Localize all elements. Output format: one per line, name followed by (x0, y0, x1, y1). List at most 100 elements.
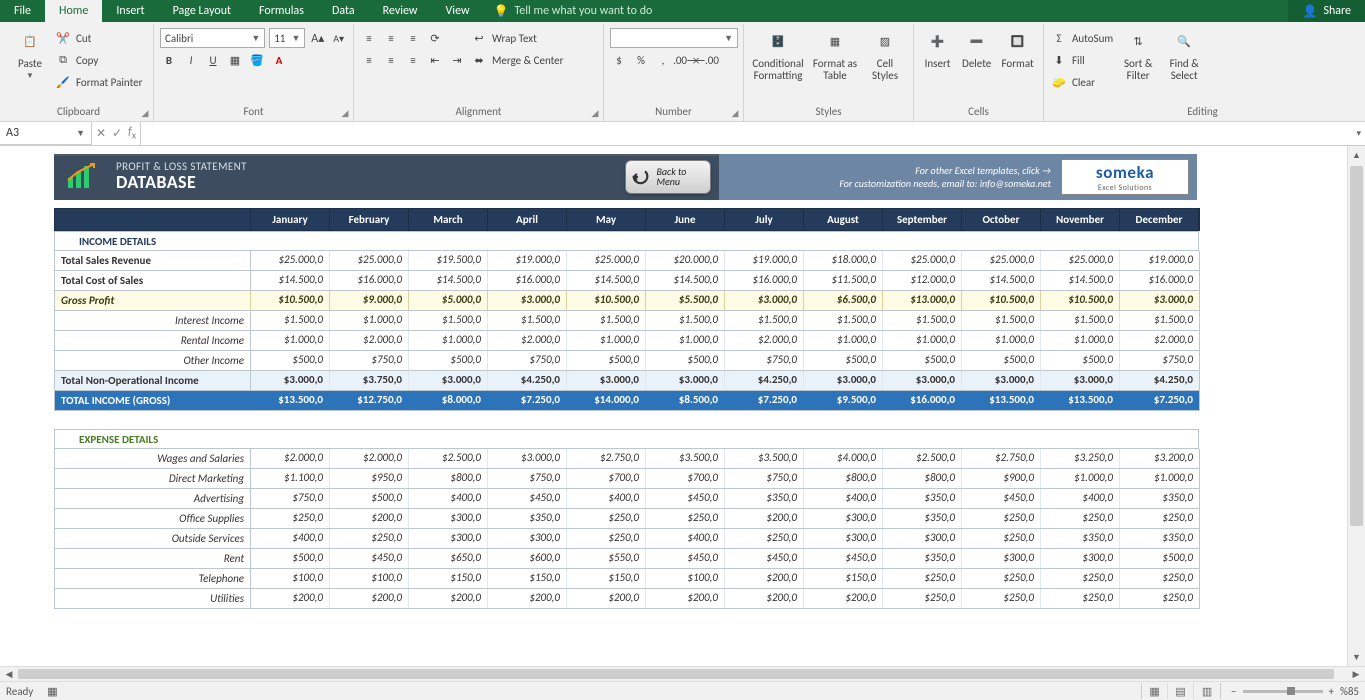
page-break-view-icon[interactable]: ▥ (1194, 683, 1220, 699)
cell[interactable]: $7.250,0 (488, 391, 567, 410)
cell[interactable]: $13.500,0 (1041, 391, 1120, 410)
scroll-left-icon[interactable]: ◀ (0, 667, 18, 681)
cell[interactable]: $3.000,0 (725, 291, 804, 310)
orientation-icon[interactable]: ⟳ (426, 29, 444, 47)
copy-button[interactable]: ⧉Copy (54, 50, 142, 70)
zoom-out-icon[interactable]: − (1231, 685, 1236, 698)
cell[interactable]: $14.000,0 (567, 391, 646, 410)
cell[interactable]: $1.000,0 (962, 331, 1041, 350)
cell[interactable]: $200,0 (725, 589, 804, 608)
alignment-dialog-icon[interactable]: ◢ (589, 107, 601, 119)
cell[interactable]: $1.500,0 (567, 311, 646, 330)
cell[interactable]: $1.000,0 (1041, 331, 1120, 350)
find-select-button[interactable]: 🔍Find & Select (1163, 28, 1205, 82)
cell[interactable]: $250,0 (962, 589, 1041, 608)
cell[interactable]: $900,0 (962, 469, 1041, 488)
cell[interactable]: $10.500,0 (962, 291, 1041, 310)
underline-button[interactable]: U (204, 51, 222, 69)
align-middle-icon[interactable]: ≡ (382, 29, 400, 47)
cut-button[interactable]: ✂️Cut (54, 28, 142, 48)
cell[interactable]: $2.000,0 (725, 331, 804, 350)
cell[interactable]: $12.000,0 (883, 271, 962, 290)
accounting-icon[interactable]: $ (610, 51, 628, 69)
cell[interactable]: $200,0 (646, 589, 725, 608)
cell[interactable]: $1.000,0 (646, 331, 725, 350)
cell[interactable]: $500,0 (251, 549, 330, 568)
cell[interactable]: $200,0 (409, 589, 488, 608)
cell[interactable]: $250,0 (725, 529, 804, 548)
cell[interactable]: $450,0 (488, 489, 567, 508)
cell[interactable]: $7.250,0 (725, 391, 804, 410)
format-painter-button[interactable]: 🖌️Format Painter (54, 72, 142, 92)
fill-button[interactable]: ⬇Fill (1050, 50, 1113, 70)
cell[interactable]: $14.500,0 (646, 271, 725, 290)
scroll-right-icon[interactable]: ▶ (1347, 667, 1365, 681)
macro-icon[interactable]: ▦ (47, 685, 57, 698)
clear-button[interactable]: 🧽Clear (1050, 72, 1113, 92)
horizontal-scrollbar[interactable]: ◀ ▶ (0, 666, 1365, 682)
increase-decimal-icon[interactable]: .00→ (676, 51, 694, 69)
tab-home[interactable]: Home (45, 0, 102, 22)
cell[interactable]: $300,0 (883, 529, 962, 548)
cell[interactable]: $450,0 (646, 489, 725, 508)
cell[interactable]: $14.500,0 (962, 271, 1041, 290)
cell[interactable]: $5.000,0 (409, 291, 488, 310)
cell[interactable]: $500,0 (567, 351, 646, 370)
cell[interactable]: $16.000,0 (488, 271, 567, 290)
scroll-up-icon[interactable]: ▲ (1348, 146, 1365, 164)
increase-font-icon[interactable]: A▴ (309, 29, 326, 47)
cell[interactable]: $4.250,0 (1120, 371, 1199, 390)
cell[interactable]: $14.500,0 (567, 271, 646, 290)
cell[interactable]: $19.000,0 (725, 251, 804, 270)
cell[interactable]: $400,0 (646, 529, 725, 548)
align-center-icon[interactable]: ≡ (382, 51, 400, 69)
cell[interactable]: $500,0 (804, 351, 883, 370)
tab-insert[interactable]: Insert (102, 0, 158, 22)
cell[interactable]: $13.500,0 (251, 391, 330, 410)
cell[interactable]: $100,0 (646, 569, 725, 588)
cell[interactable]: $3.000,0 (251, 371, 330, 390)
cell[interactable]: $16.000,0 (330, 271, 409, 290)
cell[interactable]: $250,0 (883, 569, 962, 588)
cell[interactable]: $11.500,0 (804, 271, 883, 290)
cell[interactable]: $3.000,0 (962, 371, 1041, 390)
cell[interactable]: $100,0 (330, 569, 409, 588)
insert-cells-button[interactable]: ➕Insert (920, 28, 955, 70)
cell[interactable]: $250,0 (962, 509, 1041, 528)
cell[interactable]: $250,0 (646, 509, 725, 528)
cell[interactable]: $300,0 (804, 529, 883, 548)
cell[interactable]: $200,0 (725, 569, 804, 588)
cell[interactable]: $750,0 (488, 351, 567, 370)
cell[interactable]: $3.500,0 (725, 449, 804, 468)
cell[interactable]: $25.000,0 (883, 251, 962, 270)
percent-icon[interactable]: % (632, 51, 650, 69)
cell[interactable]: $16.000,0 (725, 271, 804, 290)
cell[interactable]: $500,0 (409, 351, 488, 370)
cell[interactable]: $250,0 (1120, 569, 1199, 588)
wrap-text-button[interactable]: ↩Wrap Text (470, 28, 564, 48)
cell[interactable]: $700,0 (567, 469, 646, 488)
cell[interactable]: $25.000,0 (567, 251, 646, 270)
cell[interactable]: $4.250,0 (725, 371, 804, 390)
cell[interactable]: $2.000,0 (330, 331, 409, 350)
comma-icon[interactable]: , (654, 51, 672, 69)
cell[interactable]: $16.000,0 (883, 391, 962, 410)
cell[interactable]: $2.500,0 (883, 449, 962, 468)
cell[interactable]: $10.500,0 (567, 291, 646, 310)
merge-center-button[interactable]: ⬌Merge & Center (470, 50, 564, 70)
cell[interactable]: $500,0 (1041, 351, 1120, 370)
cell[interactable]: $450,0 (962, 489, 1041, 508)
cell[interactable]: $150,0 (488, 569, 567, 588)
tab-formulas[interactable]: Formulas (245, 0, 318, 22)
cell[interactable]: $1.000,0 (1120, 469, 1199, 488)
paste-button[interactable]: 📋Paste▼ (10, 28, 50, 81)
page-layout-view-icon[interactable]: ▤ (1168, 683, 1194, 699)
cell[interactable]: $200,0 (330, 589, 409, 608)
cell[interactable]: $18.000,0 (804, 251, 883, 270)
cell[interactable]: $16.000,0 (1120, 271, 1199, 290)
cell[interactable]: $3.000,0 (567, 371, 646, 390)
cell[interactable]: $100,0 (251, 569, 330, 588)
cell[interactable]: $1.500,0 (409, 311, 488, 330)
cell[interactable]: $750,0 (725, 469, 804, 488)
cell[interactable]: $200,0 (725, 509, 804, 528)
